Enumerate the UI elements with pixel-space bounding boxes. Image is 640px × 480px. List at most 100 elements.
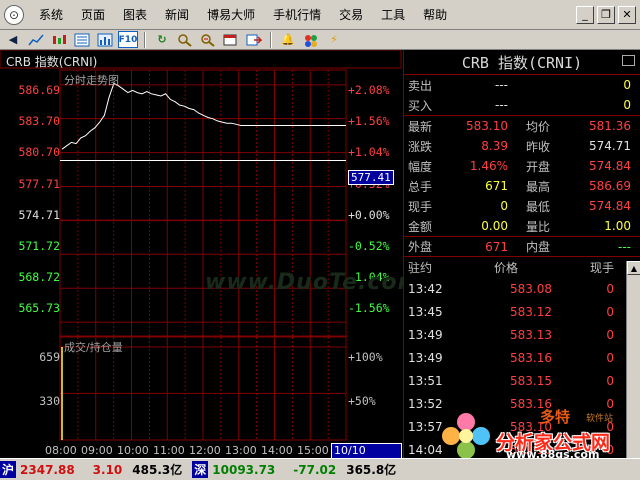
quote-value: 671 bbox=[485, 179, 508, 193]
quote-panel: CRB 指数(CRNI) 卖出 --- 0 买入 --- 0 最新 583.10 均… bbox=[403, 50, 640, 458]
flower-logo-icon bbox=[442, 413, 490, 459]
menu-mobile-quotes[interactable]: 手机行情 bbox=[264, 6, 330, 23]
minimize-icon[interactable]: _ bbox=[576, 5, 594, 24]
time-label: 08:00 bbox=[45, 444, 77, 457]
trade-price: 583.12 bbox=[510, 304, 552, 319]
maximize-icon[interactable] bbox=[622, 55, 635, 66]
price-label: 580.70 bbox=[18, 145, 60, 159]
quote-label: 最高 bbox=[526, 179, 551, 194]
trade-volume: 0 bbox=[606, 304, 614, 319]
quote-value: 1.46% bbox=[469, 159, 508, 173]
trade-row[interactable]: 13:49 583.16 0 bbox=[404, 346, 640, 369]
quote-label: 最新 bbox=[408, 119, 433, 134]
sz-index: 10093.73 bbox=[212, 462, 276, 477]
sz-amount: 365.8亿 bbox=[346, 463, 397, 477]
menu-news[interactable]: 新闻 bbox=[156, 6, 198, 23]
trade-row[interactable]: 13:42 583.08 0 bbox=[404, 277, 640, 300]
quote-value: 574.71 bbox=[589, 139, 631, 153]
menu-system[interactable]: 系统 bbox=[30, 6, 72, 23]
quote-value: 0.00 bbox=[481, 219, 508, 233]
trade-header: 驻约 价格 现手 bbox=[404, 257, 640, 277]
cursor-price-box: 577.41 bbox=[348, 170, 394, 185]
trade-row[interactable]: 13:51 583.15 0 bbox=[404, 369, 640, 392]
quote-label: 内盘 bbox=[526, 240, 551, 254]
volume-label: 659 bbox=[39, 350, 60, 364]
menu-bar: ⊙ 系统 页面 图表 新闻 博易大师 手机行情 交易 工具 帮助 _ ❐ ✕ bbox=[0, 0, 640, 30]
flash-icon[interactable]: ⚡ bbox=[324, 31, 344, 48]
scroll-up-icon[interactable]: ▲ bbox=[627, 261, 640, 275]
sh-index: 2347.88 bbox=[20, 462, 75, 477]
menu-help[interactable]: 帮助 bbox=[414, 6, 456, 23]
quote-value: 586.69 bbox=[589, 179, 631, 193]
menu-boyi-master[interactable]: 博易大师 bbox=[198, 6, 264, 23]
export-icon[interactable] bbox=[244, 31, 264, 48]
quote-value: 8.39 bbox=[481, 139, 508, 153]
chart-svg bbox=[0, 50, 402, 441]
f10-icon[interactable]: F10 bbox=[118, 31, 138, 48]
menu-page[interactable]: 页面 bbox=[72, 6, 114, 23]
quote-label: 外盘 bbox=[408, 240, 433, 254]
pct-label: +1.04% bbox=[348, 145, 390, 159]
refresh-icon[interactable]: ↻ bbox=[152, 31, 172, 48]
site-logo: 多特 软件站 分析家公式网 www.88gs.com bbox=[436, 404, 640, 461]
toolbar-separator bbox=[270, 31, 272, 48]
toolbar-separator bbox=[144, 31, 146, 48]
restore-icon[interactable]: ❐ bbox=[597, 5, 615, 24]
sell-label: 卖出 bbox=[408, 78, 433, 93]
kline-icon[interactable] bbox=[49, 31, 69, 48]
multi-icon[interactable] bbox=[301, 31, 321, 48]
quote-header: CRB 指数(CRNI) bbox=[404, 50, 640, 75]
quote-label: 金额 bbox=[408, 219, 433, 234]
pct-label: +1.56% bbox=[348, 114, 390, 128]
trade-price: 583.16 bbox=[510, 350, 552, 365]
quote-symbol: CRB 指数(CRNI) bbox=[461, 53, 583, 72]
quote-label: 幅度 bbox=[408, 159, 433, 174]
sh-label[interactable]: 沪 bbox=[0, 461, 17, 478]
intraday-chart[interactable]: CRB 指数(CRNI) 分时走势图 成交/持仓量 586.69 583.70 … bbox=[0, 50, 421, 471]
quote-value: 574.84 bbox=[589, 159, 631, 173]
trade-row[interactable]: 13:45 583.12 0 bbox=[404, 300, 640, 323]
volume-label: 330 bbox=[39, 394, 60, 408]
trade-volume: 0 bbox=[606, 373, 614, 388]
line-chart-icon[interactable] bbox=[26, 31, 46, 48]
close-icon[interactable]: ✕ bbox=[618, 5, 636, 24]
trade-header-time: 驻约 bbox=[408, 260, 433, 275]
price-label: 574.71 bbox=[18, 208, 60, 222]
menu-chart[interactable]: 图表 bbox=[114, 6, 156, 23]
trade-header-volume: 现手 bbox=[589, 260, 614, 275]
volume-panel-title: 成交/持仓量 bbox=[64, 341, 123, 354]
quote-label: 均价 bbox=[526, 119, 551, 134]
pct-label: +0.00% bbox=[348, 208, 390, 222]
menu-tools[interactable]: 工具 bbox=[372, 6, 414, 23]
buy-label: 买入 bbox=[408, 98, 433, 113]
watermark: www.DuoTe.com bbox=[205, 270, 422, 295]
app-logo-icon[interactable]: ⊙ bbox=[4, 4, 24, 25]
price-label: 565.73 bbox=[18, 301, 60, 315]
trade-row[interactable]: 13:49 583.13 0 bbox=[404, 323, 640, 346]
time-label: 11:00 bbox=[153, 444, 185, 457]
sh-change: 3.10 bbox=[92, 462, 123, 477]
report-icon[interactable] bbox=[95, 31, 115, 48]
trade-time: 13:51 bbox=[408, 373, 443, 388]
window-controls: _ ❐ ✕ bbox=[576, 5, 640, 24]
buy-volume: 0 bbox=[623, 98, 631, 112]
quote-row: 总手 671 最高 586.69 bbox=[404, 176, 640, 196]
zoom-out-icon[interactable] bbox=[198, 31, 218, 48]
zoom-in-icon[interactable] bbox=[175, 31, 195, 48]
site-logo-top-small: 软件站 bbox=[586, 414, 614, 424]
back-icon[interactable]: ◀ bbox=[3, 31, 23, 48]
alarm-icon[interactable]: 🔔 bbox=[278, 31, 298, 48]
quote-row: 现手 0 最低 574.84 bbox=[404, 196, 640, 216]
quote-value: 583.10 bbox=[466, 119, 508, 133]
window-icon[interactable] bbox=[221, 31, 241, 48]
quote-label: 涨跌 bbox=[408, 139, 433, 154]
sz-change: -77.02 bbox=[293, 462, 337, 477]
chart-panel-title: 分时走势图 bbox=[64, 74, 119, 87]
list-icon[interactable] bbox=[72, 31, 92, 48]
pct-label: +2.08% bbox=[348, 83, 390, 97]
menu-trade[interactable]: 交易 bbox=[330, 6, 372, 23]
quote-label: 开盘 bbox=[526, 159, 551, 174]
sz-label[interactable]: 深 bbox=[192, 461, 209, 478]
sell-price: --- bbox=[495, 78, 508, 92]
quote-row: 金额 0.00 量比 1.00 bbox=[404, 216, 640, 236]
